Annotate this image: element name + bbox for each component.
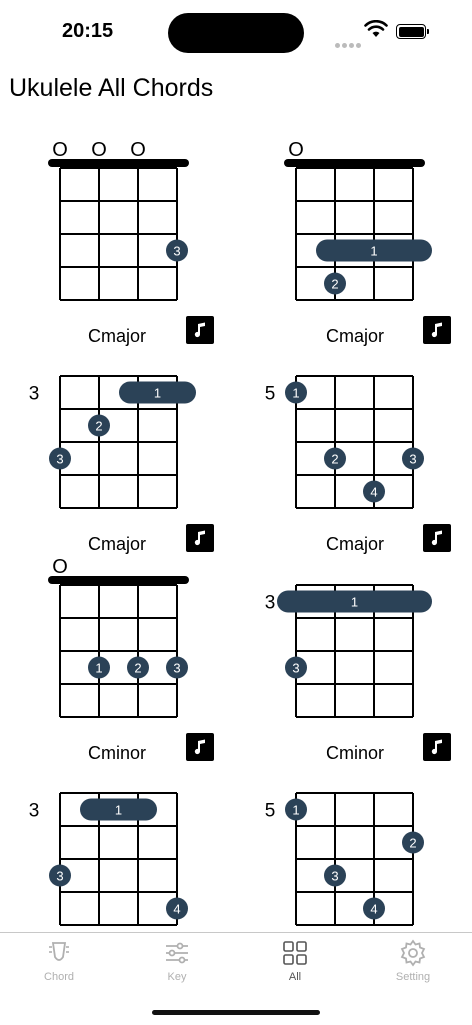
open-string-marker: O xyxy=(52,140,68,161)
finger-label: 3 xyxy=(409,452,416,467)
chord-diagram: O O O 3 xyxy=(48,140,189,301)
tab-setting[interactable]: Setting xyxy=(354,939,472,999)
open-string-marker: O xyxy=(130,140,146,161)
tab-label: All xyxy=(288,971,302,983)
chord-card[interactable]: O O O 3 Cmajor xyxy=(0,140,236,348)
page-title: Ukulele All Chords xyxy=(9,74,214,102)
finger-label: 3 xyxy=(331,869,338,884)
finger-label: 3 xyxy=(292,661,299,676)
tab-label: Chord xyxy=(44,971,74,983)
finger-label: 1 xyxy=(292,386,299,401)
chord-card[interactable]: 3 1 3 Cminor xyxy=(236,557,472,765)
dynamic-island xyxy=(168,13,304,53)
music-note-icon xyxy=(431,322,442,338)
status-bar: 20:15 xyxy=(0,0,472,60)
guitar-pick-icon xyxy=(49,942,69,961)
play-sound-button[interactable] xyxy=(186,524,214,552)
finger-label: 2 xyxy=(95,419,102,434)
finger-label: 3 xyxy=(56,869,63,884)
chord-card[interactable]: O 1 2 3 Cminor xyxy=(0,557,236,765)
tab-label: Setting xyxy=(395,971,431,983)
base-fret-label: 5 xyxy=(265,801,276,822)
chord-diagram: 3 1 3 4 xyxy=(29,792,188,926)
grid-icon xyxy=(283,941,307,965)
battery-icon xyxy=(396,24,429,39)
play-sound-button[interactable] xyxy=(423,316,451,344)
finger-label: 1 xyxy=(95,661,102,676)
chord-diagram: O 1 2 3 xyxy=(48,557,189,718)
home-indicator xyxy=(152,1010,320,1015)
finger-label: 3 xyxy=(56,452,63,467)
music-note-icon xyxy=(194,739,205,755)
finger-label: 4 xyxy=(370,902,377,917)
open-string-marker: O xyxy=(91,140,107,161)
music-note-icon xyxy=(194,322,205,338)
play-sound-button[interactable] xyxy=(423,733,451,761)
open-string-marker: O xyxy=(288,140,304,161)
gear-icon xyxy=(400,939,426,967)
tab-all[interactable]: All xyxy=(236,939,354,999)
chord-card[interactable]: 5 1 2 3 4 Cmajor xyxy=(236,348,472,556)
music-note-icon xyxy=(431,739,442,755)
base-fret-label: 3 xyxy=(29,384,40,405)
finger-label: 1 xyxy=(351,595,358,610)
tab-label: Key xyxy=(167,971,187,983)
chord-diagram: 3 1 3 xyxy=(265,584,432,718)
play-sound-button[interactable] xyxy=(186,733,214,761)
chord-diagram: 5 1 2 3 4 xyxy=(265,792,424,926)
chord-diagram: O 1 2 xyxy=(284,140,432,301)
finger-label: 2 xyxy=(331,277,338,292)
music-note-icon xyxy=(194,530,205,546)
finger-label: 1 xyxy=(292,803,299,818)
play-sound-button[interactable] xyxy=(186,316,214,344)
finger-label: 1 xyxy=(115,803,122,818)
finger-label: 1 xyxy=(154,386,161,401)
play-sound-button[interactable] xyxy=(423,524,451,552)
tab-key[interactable]: Key xyxy=(118,939,236,999)
finger-label: 2 xyxy=(331,452,338,467)
chord-card[interactable]: 3 1 2 3 Cmajor xyxy=(0,348,236,556)
finger-label: 4 xyxy=(173,902,180,917)
status-time: 20:15 xyxy=(62,20,114,42)
finger-label: 1 xyxy=(370,244,377,259)
finger-label: 3 xyxy=(173,661,180,676)
music-note-icon xyxy=(431,530,442,546)
finger-label: 4 xyxy=(370,485,377,500)
base-fret-label: 3 xyxy=(265,593,276,614)
tab-chord[interactable]: Chord xyxy=(0,939,118,999)
chord-diagram: 5 1 2 3 4 xyxy=(265,375,424,509)
finger-label: 3 xyxy=(173,244,180,259)
sliders-icon xyxy=(166,942,188,964)
wifi-icon xyxy=(364,20,388,37)
base-fret-label: 5 xyxy=(265,384,276,405)
base-fret-label: 3 xyxy=(29,801,40,822)
chord-card[interactable]: O 1 2 Cmajor xyxy=(236,140,472,348)
chord-diagram: 3 1 2 3 xyxy=(29,375,196,509)
signal-icon xyxy=(335,35,363,53)
finger-label: 2 xyxy=(409,836,416,851)
open-string-marker: O xyxy=(52,557,68,578)
finger-label: 2 xyxy=(134,661,141,676)
